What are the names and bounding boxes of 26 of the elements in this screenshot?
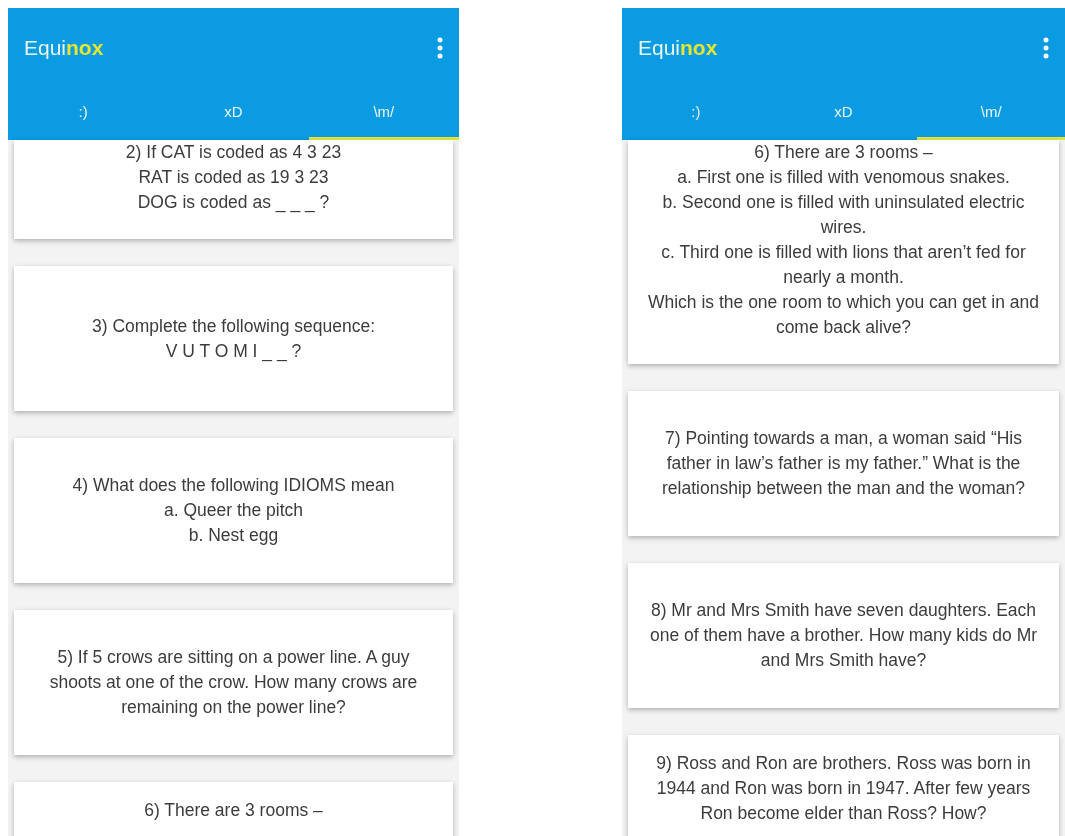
question-text: 7) Pointing towards a man, a woman said “His father in law’s father is my father.” What is the relationship between the man and the woman?: [661, 427, 1026, 500]
question-text: Which is the one room to which you can get in and come back alive?: [646, 291, 1041, 339]
question-text: DOG is coded as _ _ _ ?: [137, 191, 330, 215]
question-text: 6) There are 3 rooms –: [144, 799, 323, 822]
question-text: RAT is coded as 19 3 23: [138, 166, 329, 189]
question-text: b. Nest egg: [188, 524, 279, 547]
question-text: 4) What does the following IDIOMS mean: [72, 474, 395, 497]
question-text: 8) Mr and Mrs Smith have seven daughters. Each one of them have a brother. How many kids do Mr and Mrs Smith have?: [648, 599, 1039, 672]
question-text: 6) There are 3 rooms –: [754, 141, 933, 164]
question-text: V U T O M I _ _ ?: [165, 339, 302, 363]
tab[interactable]: :): [622, 88, 770, 140]
tab[interactable]: :): [8, 88, 159, 140]
question-text: 5) If 5 crows are sitting on a power line. A guy shoots at one of the crow. How many crows are remaining on the power line?: [48, 646, 419, 719]
app-title: Equinox: [24, 35, 104, 62]
question-text: b. Second one is filled with uninsulated electric wires.: [661, 191, 1026, 239]
question-text: a. Queer the pitch: [163, 499, 304, 522]
question-text: 9) Ross and Ron are brothers. Ross was born in 1944 and Ron was born in 1947. After few years Ron become elder than Ross? How?: [655, 752, 1032, 825]
question-text: 3) Complete the following sequence:: [91, 314, 376, 338]
question-text: 2) If CAT is coded as 4 3 23: [125, 141, 342, 164]
more-options-icon[interactable]: [437, 37, 443, 59]
tab[interactable]: xD: [158, 88, 309, 140]
question-text: c. Third one is filled with lions that aren’t fed for nearly a month.: [660, 241, 1027, 289]
tab[interactable]: xD: [769, 88, 918, 140]
app-title: Equinox: [638, 35, 718, 62]
question-text: a. First one is filled with venomous snakes.: [677, 166, 1010, 189]
more-options-icon[interactable]: [1043, 37, 1049, 59]
